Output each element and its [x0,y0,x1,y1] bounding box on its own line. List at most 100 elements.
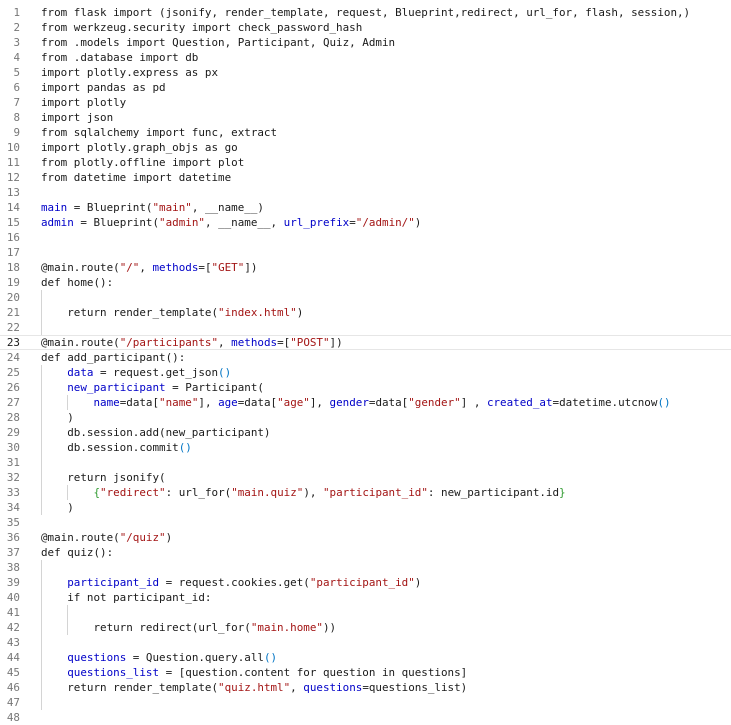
code-line[interactable]: 37 def quiz(): [0,545,731,560]
code-line[interactable]: 20 [0,290,731,305]
code-line[interactable]: 4 from .database import db [0,50,731,65]
code-line[interactable]: 33 {"redirect": url_for("main.quiz"), "p… [0,485,731,500]
code-text: from datetime import datetime [41,170,231,185]
code-line[interactable]: 15 admin = Blueprint("admin", __name__, u… [0,215,731,230]
code-token: import plotly.express as px [41,66,219,79]
code-token: ], [309,396,330,409]
code-token: "POST" [290,336,330,349]
code-line[interactable]: 6 import pandas as pd [0,80,731,95]
code-token: name [93,396,120,409]
code-line[interactable]: 11 from plotly.offline import plot [0,155,731,170]
code-token: , __name__) [191,201,264,214]
code-text: import json [41,110,113,125]
code-token: ]) [244,261,258,274]
code-line[interactable]: 12 from datetime import datetime [0,170,731,185]
code-line[interactable]: 43 [0,635,731,650]
code-line[interactable]: 1 from flask import (jsonify, render_temp… [0,5,731,20]
code-token: age [218,396,238,409]
indent-guide [41,320,42,335]
indent-guide [41,290,42,305]
code-line[interactable]: 42 return redirect(url_for("main.home")) [0,620,731,635]
code-line[interactable]: 35 [0,515,731,530]
line-number: 37 [6,546,20,559]
code-line[interactable]: 24 def add_participant(): [0,350,731,365]
code-line[interactable]: 10 import plotly.graph_objs as go [0,140,731,155]
code-text: from .models import Question, Participan… [41,35,395,50]
code-line[interactable]: 23 @main.route("/participants", methods=[… [0,335,731,350]
code-line[interactable]: 39 participant_id = request.cookies.get(… [0,575,731,590]
code-line[interactable]: 45 questions_list = [question.content fo… [0,665,731,680]
code-token: "main" [152,201,192,214]
code-token: data [67,366,94,379]
code-line[interactable]: 30 db.session.commit() [0,440,731,455]
code-line[interactable]: 31 [0,455,731,470]
code-line[interactable]: 28 ) [0,410,731,425]
code-text: return redirect(url_for("main.home")) [41,620,336,635]
indent-guide [41,560,42,575]
line-number: 39 [6,576,20,589]
code-token: ] , [460,396,487,409]
code-token: "GET" [211,261,245,274]
code-editor[interactable]: 1 from flask import (jsonify, render_temp… [0,5,731,725]
code-line[interactable]: 48 [0,710,731,725]
code-token: =data[ [237,396,278,409]
code-token: = request.cookies.get( [159,576,310,589]
code-text: new_participant = Participant( [41,380,264,395]
line-number: 34 [6,501,20,514]
code-text: from .database import db [41,50,198,65]
code-line[interactable]: 44 questions = Question.query.all() [0,650,731,665]
code-token: def quiz(): [41,546,114,559]
code-line[interactable]: 34 ) [0,500,731,515]
line-number: 23 [6,336,20,349]
code-text: db.session.add(new_participant) [41,425,270,440]
code-line[interactable]: 47 [0,695,731,710]
code-line[interactable]: 17 [0,245,731,260]
code-line[interactable]: 2 from werkzeug.security import check_pas… [0,20,731,35]
line-number: 16 [6,231,20,244]
code-line[interactable]: 46 return render_template("quiz.html", q… [0,680,731,695]
code-token: =datetime.utcnow [552,396,658,409]
code-line[interactable]: 19 def home(): [0,275,731,290]
code-line[interactable]: 25 data = request.get_json() [0,365,731,380]
code-line[interactable]: 26 new_participant = Participant( [0,380,731,395]
code-line[interactable]: 3 from .models import Question, Participa… [0,35,731,50]
code-line[interactable]: 27 name=data["name"], age=data["age"], g… [0,395,731,410]
line-number: 33 [6,486,20,499]
code-text: @main.route("/", methods=["GET"]) [41,260,257,275]
code-line[interactable]: 40 if not participant_id: [0,590,731,605]
code-line[interactable]: 9 from sqlalchemy import func, extract [0,125,731,140]
code-line[interactable]: 13 [0,185,731,200]
line-number: 2 [13,21,20,34]
code-line[interactable]: 14 main = Blueprint("main", __name__) [0,200,731,215]
code-token: "name" [159,396,199,409]
code-token: @main.route( [41,531,120,544]
code-text: from werkzeug.security import check_pass… [41,20,362,35]
indent-guide [41,635,42,650]
code-line[interactable]: 16 [0,230,731,245]
code-token: created_at [486,396,553,409]
code-token: ), [303,486,323,499]
code-line[interactable]: 22 [0,320,731,335]
code-token: ) [414,216,422,229]
code-line[interactable]: 41 [0,605,731,620]
line-number: 11 [6,156,20,169]
code-line[interactable]: 7 import plotly [0,95,731,110]
code-line[interactable]: 38 [0,560,731,575]
code-text: questions_list = [question.content for q… [41,665,467,680]
code-line[interactable]: 21 return render_template("index.html") [0,305,731,320]
code-line[interactable]: 29 db.session.add(new_participant) [0,425,731,440]
code-line[interactable]: 32 return jsonify( [0,470,731,485]
code-line[interactable]: 8 import json [0,110,731,125]
code-text: def add_participant(): [41,350,185,365]
code-token: from sqlalchemy import func, extract [41,126,278,139]
code-line[interactable]: 5 import plotly.express as px [0,65,731,80]
code-line[interactable]: 18 @main.route("/", methods=["GET"]) [0,260,731,275]
code-token: =[ [198,261,212,274]
line-number: 42 [6,621,20,634]
code-text: from plotly.offline import plot [41,155,244,170]
code-token: "/" [119,261,140,274]
code-line[interactable]: 36 @main.route("/quiz") [0,530,731,545]
code-token: import pandas as pd [41,81,166,94]
